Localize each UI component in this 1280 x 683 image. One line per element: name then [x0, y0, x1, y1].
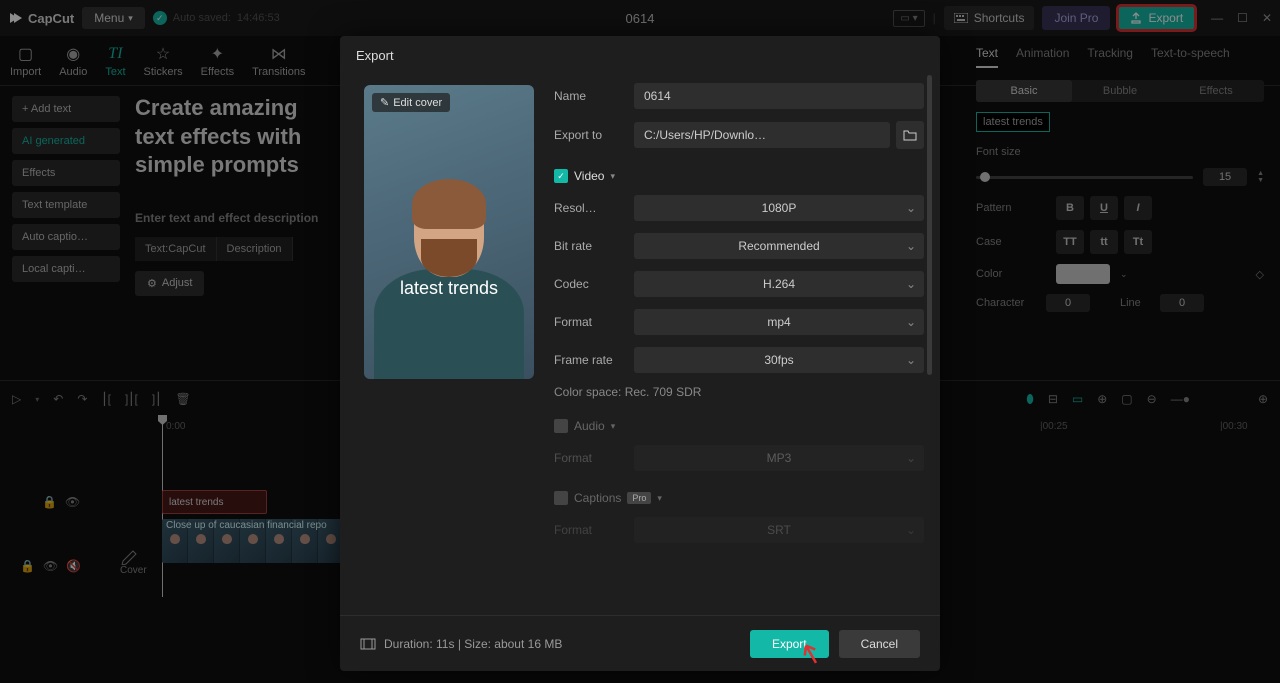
export-modal: Export ✎Edit cover latest trends Name 06… [340, 36, 940, 671]
modal-scrollbar[interactable] [927, 75, 932, 375]
name-label: Name [554, 89, 634, 103]
audio-format-label: Format [554, 451, 634, 465]
framerate-label: Frame rate [554, 353, 634, 367]
framerate-select[interactable]: 30fps [634, 347, 924, 373]
browse-folder-button[interactable] [896, 121, 924, 149]
name-input[interactable]: 0614 [634, 83, 924, 109]
chevron-down-icon: ▾ [611, 421, 616, 432]
checkbox-on-icon[interactable]: ✓ [554, 169, 568, 183]
audio-section-toggle[interactable]: Audio ▾ [554, 419, 924, 433]
chevron-down-icon: ▾ [657, 493, 662, 504]
bitrate-label: Bit rate [554, 239, 634, 253]
captions-format-select: SRT [634, 517, 924, 543]
format-select[interactable]: mp4 [634, 309, 924, 335]
exportto-label: Export to [554, 128, 634, 142]
modal-title: Export [340, 36, 940, 75]
format-label: Format [554, 315, 634, 329]
pencil-icon: ✎ [380, 96, 389, 109]
checkbox-off-icon[interactable] [554, 491, 568, 505]
colorspace-info: Color space: Rec. 709 SDR [554, 385, 924, 399]
export-cover-preview: ✎Edit cover latest trends [364, 85, 534, 379]
captions-format-label: Format [554, 523, 634, 537]
film-icon [360, 638, 376, 650]
video-section-toggle[interactable]: ✓ Video ▾ [554, 169, 924, 183]
edit-cover-button[interactable]: ✎Edit cover [372, 93, 450, 112]
duration-info: Duration: 11s | Size: about 16 MB [360, 637, 562, 651]
checkbox-off-icon[interactable] [554, 419, 568, 433]
pro-badge: Pro [627, 492, 651, 504]
codec-select[interactable]: H.264 [634, 271, 924, 297]
cover-overlay-text: latest trends [400, 278, 498, 299]
captions-section-toggle[interactable]: Captions Pro ▾ [554, 491, 924, 505]
exportto-input[interactable]: C:/Users/HP/Downlo… [634, 122, 890, 148]
audio-format-select: MP3 [634, 445, 924, 471]
resolution-label: Resol… [554, 201, 634, 215]
bitrate-select[interactable]: Recommended [634, 233, 924, 259]
modal-cancel-button[interactable]: Cancel [839, 630, 920, 658]
codec-label: Codec [554, 277, 634, 291]
chevron-down-icon: ▾ [610, 171, 615, 182]
folder-icon [903, 129, 917, 141]
resolution-select[interactable]: 1080P [634, 195, 924, 221]
